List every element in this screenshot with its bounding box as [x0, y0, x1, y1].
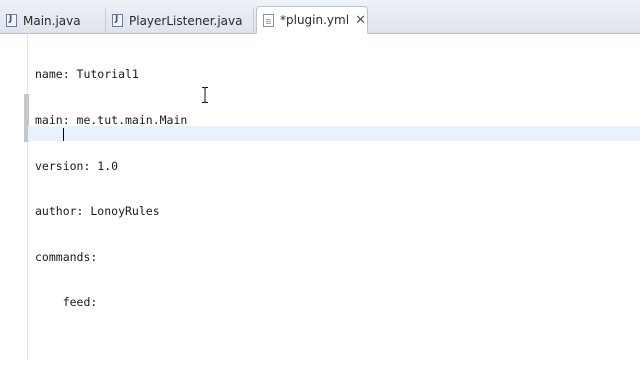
java-file-icon [112, 14, 123, 27]
java-file-icon [6, 14, 17, 27]
code-line: feed: [35, 295, 98, 310]
gutter-divider [27, 34, 28, 360]
code-line: author: LonoyRules [35, 204, 160, 219]
tab-label: PlayerListener.java [129, 13, 243, 28]
tab-main-java[interactable]: Main.java [0, 8, 106, 33]
close-icon[interactable]: ✕ [355, 14, 366, 27]
code-line: name: Tutorial1 [35, 67, 139, 82]
code-line: main: me.tut.main.Main [35, 113, 188, 127]
code-line: version: 1.0 [35, 158, 119, 173]
editor-gutter [0, 34, 28, 360]
ibeam-cursor-icon [202, 87, 208, 103]
text-file-icon [263, 13, 274, 27]
tab-player-listener-java[interactable]: PlayerListener.java [106, 8, 254, 33]
code-line: commands: [35, 249, 98, 264]
code-content[interactable]: name: Tutorial1 main: me.tut.main.Main v… [35, 37, 187, 387]
tab-label: *plugin.yml [280, 13, 350, 27]
text-editor[interactable]: name: Tutorial1 main: me.tut.main.Main v… [0, 34, 640, 360]
tab-plugin-yml[interactable]: *plugin.yml ✕ [256, 6, 368, 34]
text-caret [63, 128, 64, 141]
tab-label: Main.java [23, 13, 81, 28]
editor-tab-bar: Main.java PlayerListener.java *plugin.ym… [0, 0, 640, 34]
